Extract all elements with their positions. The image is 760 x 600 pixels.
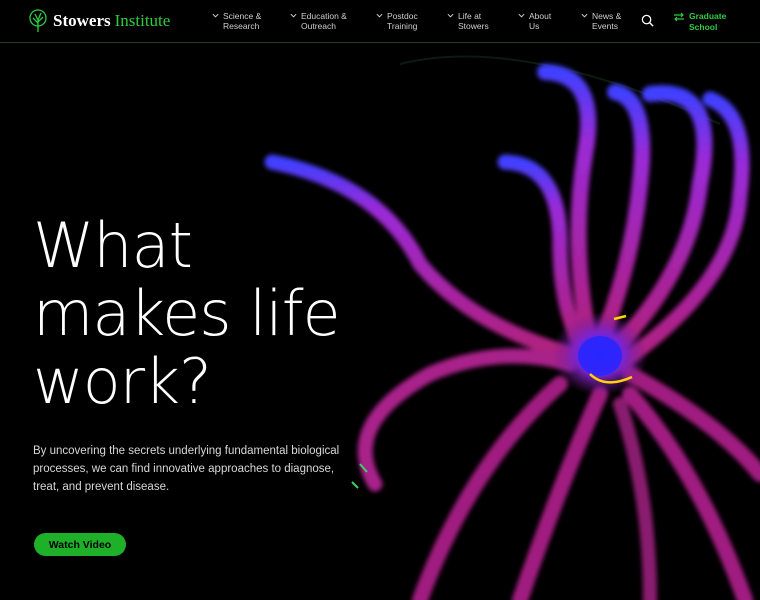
watch-video-button[interactable]: Watch Video [34,533,126,556]
chevron-down-icon [447,13,454,18]
site-logo[interactable]: Stowers Institute [27,9,170,33]
search-icon[interactable] [641,14,654,27]
nav-label: Education & Outreach [301,11,347,31]
site-header: Stowers Institute Science & Research Edu… [0,0,760,43]
logo-text-secondary: Institute [114,11,171,30]
nav-about-us[interactable]: About Us [518,11,551,31]
nav-news-events[interactable]: News & Events [581,11,621,31]
nav-label: About Us [529,11,552,31]
hero-description: By uncovering the secrets underlying fun… [33,445,340,493]
transfer-arrows-icon [674,12,684,22]
chevron-down-icon [290,13,297,18]
graduate-school-label: Graduate School [689,11,727,32]
nav-life-at-stowers[interactable]: Life at Stowers [447,11,489,31]
nav-education-outreach[interactable]: Education & Outreach [290,11,347,31]
chevron-down-icon [581,13,588,18]
logo-text-primary: Stowers [53,11,111,30]
nav-label: Postdoc Training [387,11,418,31]
tree-logo-icon [29,9,47,32]
nav-label: Science & Research [223,11,262,31]
graduate-school-link[interactable]: Graduate School [673,11,726,33]
chevron-down-icon [212,13,219,18]
nav-label: News & Events [592,11,622,31]
chevron-down-icon [376,13,383,18]
chevron-down-icon [518,13,525,18]
nav-label: Life at Stowers [458,11,489,31]
nav-science-research[interactable]: Science & Research [212,11,261,31]
hero-title: What makes life work? [33,209,341,418]
nav-postdoc-training[interactable]: Postdoc Training [376,11,418,31]
